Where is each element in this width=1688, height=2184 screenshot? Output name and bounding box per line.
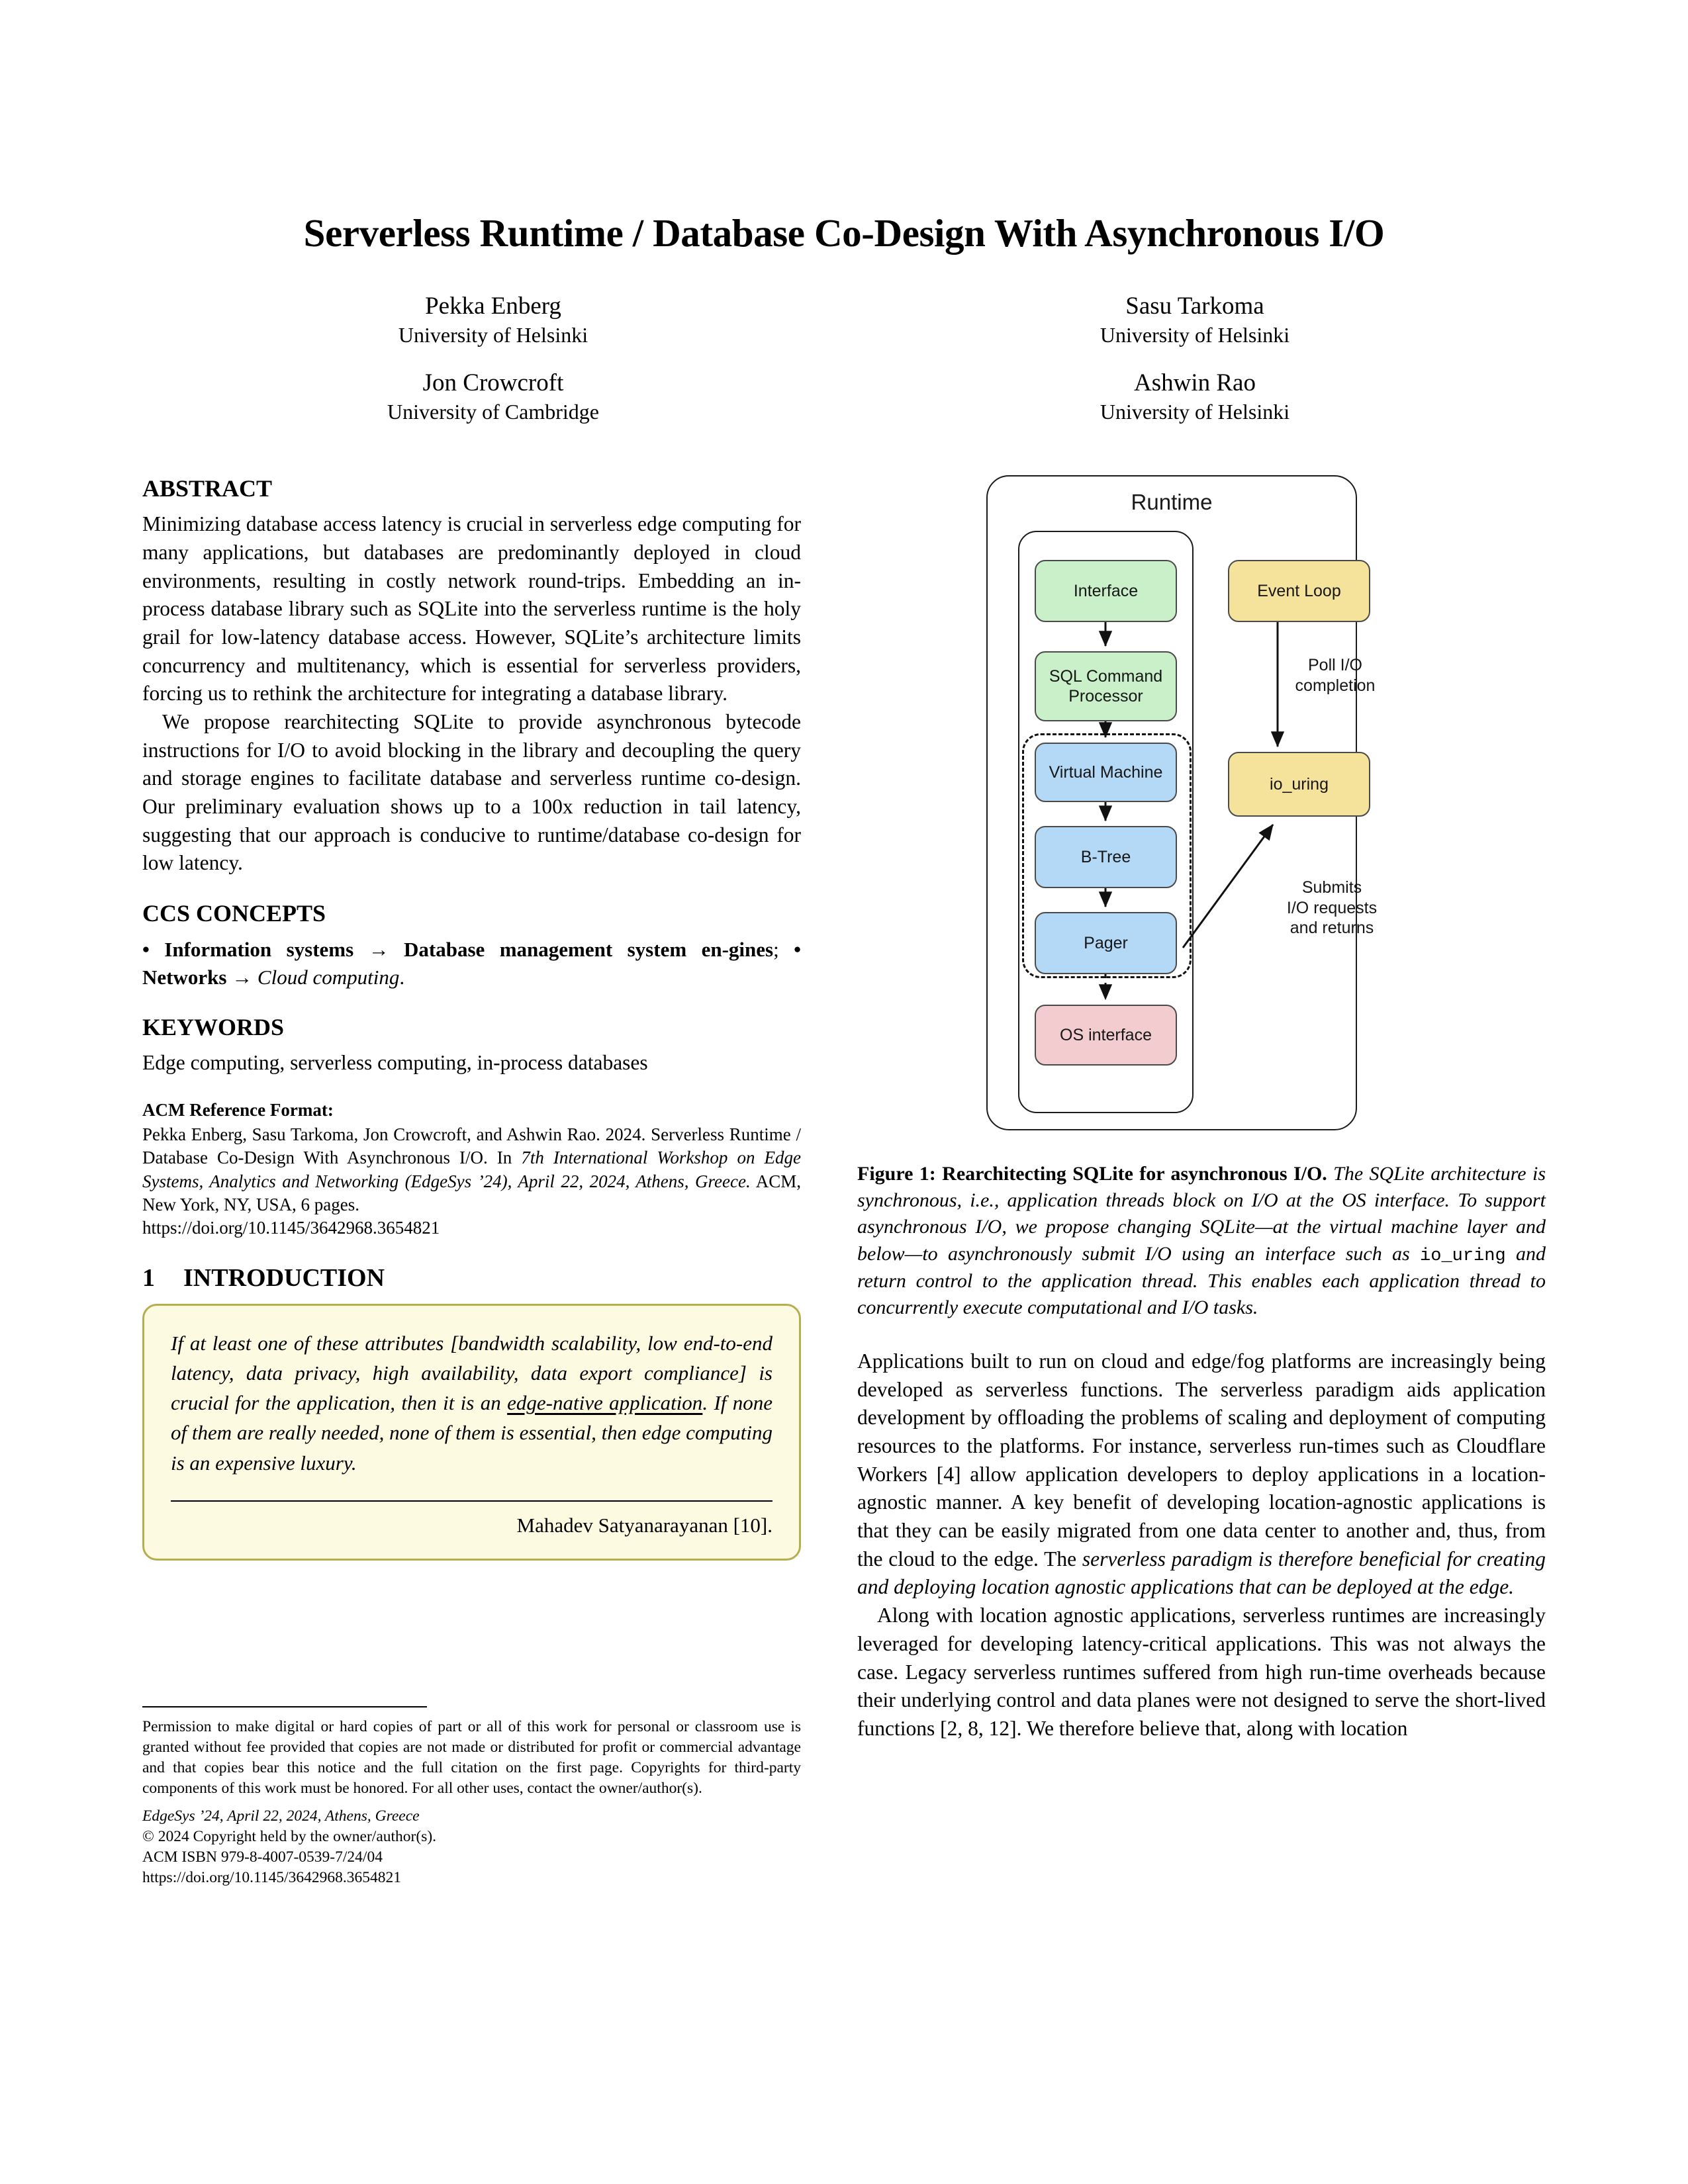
ccs-concepts-text: • Information systems → Database managem…: [142, 936, 801, 991]
node-event-loop: Event Loop: [1228, 560, 1370, 622]
label-poll-io-completion: Poll I/O completion: [1269, 655, 1401, 696]
runtime-container-label: Runtime: [1131, 490, 1213, 514]
section-title: INTRODUCTION: [183, 1263, 385, 1292]
venue-line: EdgeSys ’24, April 22, 2024, Athens, Gre…: [142, 1807, 420, 1825]
author-block: Pekka Enberg University of Helsinki: [142, 291, 844, 349]
epigraph-underlined-term: edge-native application: [507, 1391, 703, 1415]
ccs-heading: CCS CONCEPTS: [142, 900, 326, 927]
author-affiliation: University of Helsinki: [1100, 400, 1290, 424]
node-io-uring: io_uring: [1228, 752, 1370, 817]
author-name: Pekka Enberg: [425, 293, 561, 320]
ccs-part-1: • Information systems → Database managem…: [142, 937, 729, 961]
left-column: ABSTRACT Minimizing database access late…: [142, 475, 801, 1561]
author-list: Pekka Enberg University of Helsinki Sasu…: [142, 291, 1546, 445]
node-virtual-machine: Virtual Machine: [1035, 743, 1177, 802]
ccs-part-5: .: [399, 965, 405, 989]
node-pager-label: Pager: [1084, 934, 1128, 952]
abstract-section: ABSTRACT Minimizing database access late…: [142, 475, 801, 878]
ccs-separator: ;: [773, 937, 794, 961]
node-io-uring-label: io_uring: [1270, 775, 1329, 794]
epigraph-divider: [171, 1500, 773, 1502]
introduction-heading: 1 INTRODUCTION: [142, 1264, 801, 1293]
copyright-footer: Permission to make digital or hard copie…: [142, 1706, 801, 1888]
node-b-tree: B-Tree: [1035, 826, 1177, 888]
author-affiliation: University of Cambridge: [387, 400, 599, 424]
author-block: Ashwin Rao University of Helsinki: [844, 368, 1546, 426]
isbn-line: ACM ISBN 979-8-4007-0539-7/24/04: [142, 1848, 383, 1866]
label-poll-io-line-2: completion: [1295, 676, 1376, 695]
epigraph-attribution: Mahadev Satyanarayanan [10].: [516, 1513, 773, 1537]
node-sql-command-processor-label: SQL Command Processor: [1049, 667, 1163, 705]
acm-reference-text: Pekka Enberg, Sasu Tarkoma, Jon Crowcrof…: [142, 1123, 801, 1216]
node-virtual-machine-label: Virtual Machine: [1049, 763, 1163, 782]
body-paragraph-2: Along with location agnostic application…: [857, 1604, 1546, 1740]
label-poll-io-line-1: Poll I/O: [1308, 656, 1362, 674]
ccs-section: CCS CONCEPTS • Information systems → Dat…: [142, 900, 801, 991]
label-submits-line-1: Submits: [1301, 878, 1362, 897]
body-paragraph-1-roman: Applications built to run on cloud and e…: [857, 1349, 1546, 1570]
figure-1-caption: Figure 1: Rearchitecting SQLite for asyn…: [857, 1161, 1546, 1321]
acm-reference-heading: ACM Reference Format:: [142, 1100, 334, 1120]
node-os-interface-label: OS interface: [1060, 1026, 1152, 1044]
node-b-tree-label: B-Tree: [1080, 848, 1131, 866]
epigraph-text: If at least one of these attributes [ban…: [171, 1328, 773, 1478]
figure-1-diagram: Runtime Interface SQL Command Processor …: [857, 475, 1546, 1144]
label-submits-line-2: I/O requests: [1286, 898, 1378, 917]
paper-page: Serverless Runtime / Database Co-Design …: [0, 0, 1688, 2184]
node-sql-command-processor: SQL Command Processor: [1035, 651, 1177, 721]
body-paragraph-1: Applications built to run on cloud and e…: [857, 1347, 1546, 1602]
epigraph-callout: If at least one of these attributes [ban…: [142, 1303, 801, 1561]
label-submits-line-3: and returns: [1289, 919, 1374, 937]
node-pager: Pager: [1035, 912, 1177, 974]
author-block: Sasu Tarkoma University of Helsinki: [844, 291, 1546, 349]
label-submits-io-requests: Submits I/O requests and returns: [1260, 878, 1404, 938]
author-name: Ashwin Rao: [1134, 369, 1256, 396]
acm-reference-section: ACM Reference Format: Pekka Enberg, Sasu…: [142, 1100, 801, 1240]
keywords-section: KEYWORDS Edge computing, serverless comp…: [142, 1014, 801, 1077]
node-interface-label: Interface: [1073, 582, 1139, 600]
abstract-paragraph-1: Minimizing database access latency is cr…: [142, 512, 801, 705]
keywords-heading: KEYWORDS: [142, 1013, 285, 1040]
right-column-body: Applications built to run on cloud and e…: [857, 1347, 1546, 1743]
right-column: Runtime Interface SQL Command Processor …: [857, 475, 1546, 1743]
author-name: Sasu Tarkoma: [1125, 293, 1264, 320]
author-affiliation: University of Helsinki: [1100, 323, 1290, 347]
keywords-text: Edge computing, serverless computing, in…: [142, 1051, 648, 1075]
figure-caption-bold: Figure 1: Rearchitecting SQLite for asyn…: [857, 1163, 1327, 1185]
ccs-part-4: Cloud computing: [257, 965, 400, 989]
footer-doi-link[interactable]: https://doi.org/10.1145/3642968.3654821: [142, 1868, 801, 1888]
author-affiliation: University of Helsinki: [398, 323, 588, 347]
copyright-line: © 2024 Copyright held by the owner/autho…: [142, 1827, 437, 1845]
author-name: Jon Crowcroft: [422, 369, 564, 396]
footer-divider: [142, 1706, 427, 1707]
node-interface: Interface: [1035, 560, 1177, 622]
section-number: 1: [142, 1263, 155, 1292]
author-block: Jon Crowcroft University of Cambridge: [142, 368, 844, 426]
ccs-part-2: gines: [728, 937, 774, 961]
abstract-heading: ABSTRACT: [142, 475, 273, 502]
page-title: Serverless Runtime / Database Co-Design …: [303, 211, 1385, 255]
node-event-loop-label: Event Loop: [1257, 582, 1341, 600]
node-os-interface: OS interface: [1035, 1005, 1177, 1066]
permission-notice: Permission to make digital or hard copie…: [142, 1718, 801, 1797]
acm-reference-doi[interactable]: https://doi.org/10.1145/3642968.3654821: [142, 1216, 801, 1240]
abstract-paragraph-2: We propose rearchitecting SQLite to prov…: [142, 710, 801, 875]
figure-caption-mono-term: io_uring: [1420, 1246, 1506, 1266]
